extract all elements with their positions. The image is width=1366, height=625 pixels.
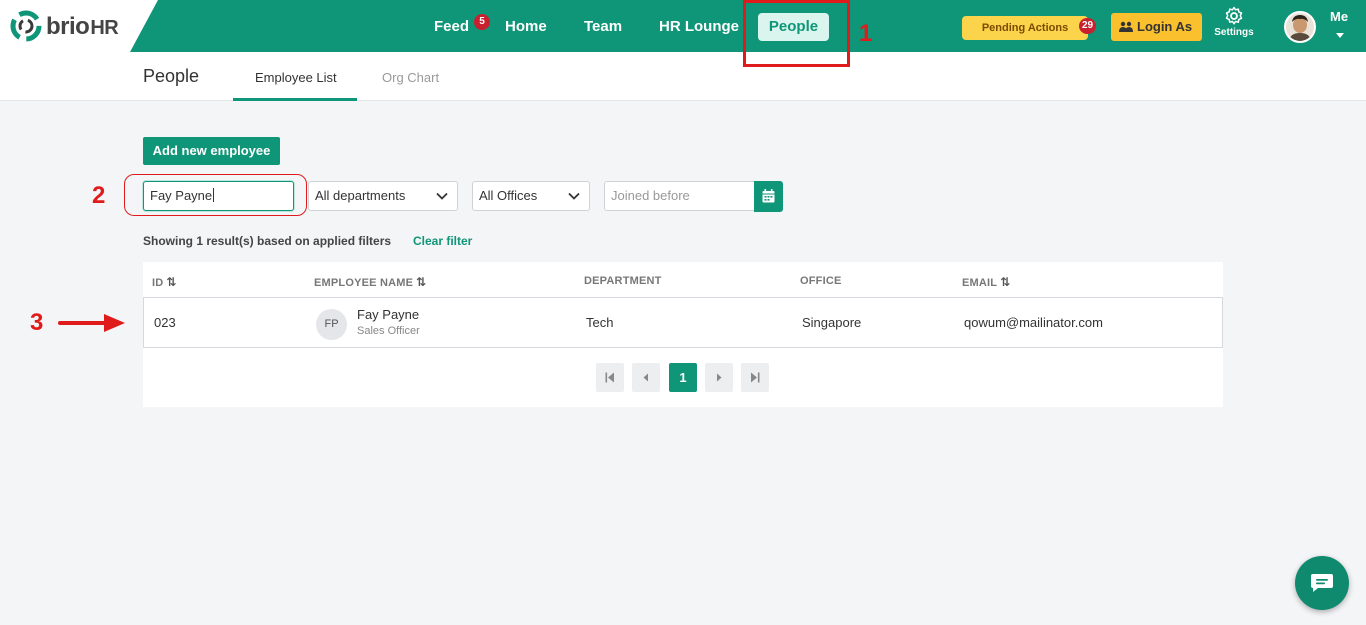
column-header-name[interactable]: EMPLOYEE NAME ⇅: [314, 275, 426, 289]
me-menu[interactable]: Me: [1330, 9, 1348, 24]
employee-email: qowum@mailinator.com: [964, 315, 1103, 330]
column-header-id[interactable]: ID ⇅: [152, 275, 177, 289]
sort-icon[interactable]: ⇅: [166, 275, 176, 289]
chat-bubble-icon: [1311, 574, 1333, 592]
brand-main: brio: [46, 13, 90, 40]
nav-hr-lounge[interactable]: HR Lounge: [659, 0, 739, 52]
top-navbar: brioHR Feed 5 Home Team HR Lounge People…: [0, 0, 1366, 52]
table-row[interactable]: 023 FP Fay Payne Sales Officer Tech Sing…: [143, 297, 1223, 348]
calendar-button[interactable]: [754, 181, 783, 212]
clear-filter-link[interactable]: Clear filter: [413, 234, 472, 248]
annotation-number-1: 1: [859, 20, 873, 47]
column-id-label: ID: [152, 277, 164, 289]
avatar-photo-icon: [1286, 13, 1314, 41]
next-page-button[interactable]: [705, 363, 733, 392]
brio-logo-icon: [10, 10, 42, 42]
employee-id: 023: [154, 315, 176, 330]
nav-feed[interactable]: Feed: [434, 0, 469, 52]
chevron-left-icon: [643, 373, 648, 382]
nav-feed-label: Feed: [434, 18, 470, 35]
settings-label: Settings: [1214, 27, 1254, 38]
add-new-employee-button[interactable]: Add new employee: [143, 137, 280, 165]
employee-initials-avatar: FP: [316, 309, 347, 340]
pending-count-badge: 29: [1079, 18, 1097, 34]
users-icon: [1119, 21, 1133, 32]
pending-actions-label: Pending Actions: [981, 22, 1069, 34]
login-as-button[interactable]: Login As: [1111, 13, 1202, 41]
page-title: People: [143, 66, 200, 86]
column-name-label: EMPLOYEE NAME: [314, 277, 414, 289]
last-page-button[interactable]: [741, 363, 769, 392]
nav-home[interactable]: Home: [505, 0, 547, 52]
logo-panel: brioHR: [0, 0, 158, 52]
sort-icon[interactable]: ⇅: [416, 275, 426, 289]
tab-employee-list[interactable]: Employee List: [255, 52, 337, 100]
me-caret-icon[interactable]: [1336, 33, 1344, 38]
calendar-icon: [762, 189, 775, 203]
annotation-number-2: 2: [92, 182, 106, 209]
employee-table: ID ⇅ EMPLOYEE NAME ⇅ DEPARTMENT OFFICE EMA…: [143, 262, 1223, 407]
previous-page-button[interactable]: [632, 363, 660, 392]
tab-org-chart[interactable]: Org Chart: [382, 52, 439, 100]
subheader: People Employee List Org Chart: [0, 52, 1366, 101]
annotation-box-1: [743, 0, 850, 67]
gear-icon: [1225, 6, 1243, 25]
annotation-box-2: [124, 174, 307, 216]
office-select[interactable]: All Offices: [472, 181, 590, 211]
user-avatar[interactable]: [1284, 11, 1316, 43]
active-tab-indicator: [233, 98, 357, 101]
column-header-email[interactable]: EMAIL ⇅: [962, 275, 1011, 289]
department-value: All departments: [315, 188, 406, 203]
department-select[interactable]: All departments: [308, 181, 458, 211]
joined-before-input[interactable]: Joined before: [604, 181, 755, 211]
results-summary: Showing 1 result(s) based on applied fil…: [143, 234, 392, 248]
page-number-button[interactable]: 1: [669, 363, 697, 392]
column-header-department: DEPARTMENT: [584, 275, 662, 287]
office-value: All Offices: [479, 188, 538, 203]
annotation-number-3: 3: [30, 309, 44, 336]
brand-logo-text[interactable]: brioHR: [46, 13, 119, 41]
annotation-arrow-icon: [58, 314, 125, 332]
settings-button[interactable]: Settings: [1210, 6, 1258, 46]
column-header-office: OFFICE: [800, 275, 842, 287]
chat-button[interactable]: [1295, 556, 1349, 610]
brand-suffix: HR: [90, 17, 119, 39]
chevron-down-icon: [436, 192, 448, 200]
employee-department: Tech: [586, 315, 614, 330]
chevron-down-icon: [568, 192, 580, 200]
joined-before-placeholder: Joined before: [611, 188, 690, 203]
employee-name[interactable]: Fay Payne: [357, 307, 419, 322]
sort-icon[interactable]: ⇅: [1000, 275, 1010, 289]
nav-team[interactable]: Team: [584, 0, 622, 52]
column-email-label: EMAIL: [962, 277, 998, 289]
employee-job-title: Sales Officer: [357, 325, 420, 337]
chevron-right-icon: [717, 373, 722, 382]
first-page-button[interactable]: [596, 363, 624, 392]
login-as-label: Login As: [1137, 19, 1193, 34]
last-page-icon: [751, 372, 760, 383]
pending-actions-button[interactable]: Pending Actions: [962, 16, 1088, 40]
feed-count-badge: 5: [474, 14, 490, 30]
first-page-icon: [605, 372, 614, 383]
employee-office: Singapore: [802, 315, 862, 330]
